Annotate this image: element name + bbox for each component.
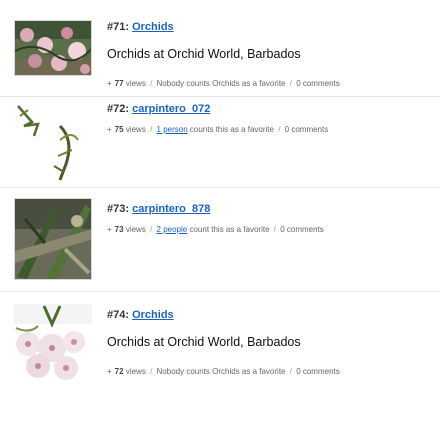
entry-title-link[interactable]: Orchids	[132, 21, 174, 33]
entry-heading: #72: carpintero_072	[107, 102, 440, 116]
bullet: +	[107, 367, 112, 376]
views-label: views	[125, 79, 146, 88]
entry-title-link[interactable]: Orchids	[132, 309, 174, 321]
thumbnail-carpintero-072[interactable]	[14, 100, 92, 182]
entry-number: #74:	[107, 309, 130, 321]
bullet: +	[107, 125, 112, 134]
entry-meta: +72 views / Nobody counts Orchids as a f…	[107, 367, 440, 377]
entry-description: Orchids at Orchid World, Barbados	[107, 47, 301, 61]
view-count: 73	[114, 225, 124, 234]
separator: /	[150, 225, 153, 234]
separator: /	[273, 225, 276, 234]
entry-title-link[interactable]: carpintero_072	[132, 103, 210, 115]
entry-number: #71:	[107, 21, 130, 33]
comment-count: 0 comments	[296, 367, 340, 376]
comment-count: 0 comments	[296, 79, 340, 88]
views-label: views	[125, 367, 146, 376]
comment-count: 0 comments	[280, 225, 324, 234]
views-label: views	[125, 125, 146, 134]
entry-description: Orchids at Orchid World, Barbados	[107, 335, 301, 349]
entry-meta: +77 views / Nobody counts Orchids as a f…	[107, 79, 440, 89]
entry-title-link[interactable]: carpintero_878	[132, 203, 210, 215]
favorite-people-link[interactable]: 1 person	[157, 125, 188, 134]
thumbnail-orchids-74[interactable]	[14, 304, 92, 386]
entry-heading: #71: Orchids	[107, 20, 440, 34]
separator: /	[289, 79, 292, 88]
favorite-text: Nobody counts Orchids as a favorite	[156, 367, 286, 376]
comment-count: 0 comments	[284, 125, 329, 134]
favorite-text: counts this as a favorite	[189, 125, 274, 134]
entry-number: #72:	[107, 103, 130, 115]
view-count: 77	[114, 79, 124, 88]
entry-meta: +75 views / 1 person counts this as a fa…	[107, 125, 440, 135]
views-label: views	[125, 225, 146, 234]
entry-heading: #74: Orchids	[107, 308, 440, 322]
view-count: 75	[114, 125, 124, 134]
bullet: +	[107, 225, 112, 234]
list-item: #73: carpintero_878 +73 views / 2 people…	[0, 192, 440, 287]
list-item: #72: carpintero_072 +75 views / 1 person…	[0, 100, 440, 190]
thumbnail-carpintero-878[interactable]	[14, 198, 92, 280]
thumbnail-orchids-71[interactable]	[14, 20, 92, 76]
divider	[0, 291, 440, 292]
divider	[0, 96, 440, 97]
separator: /	[150, 367, 153, 376]
list-item: #74: Orchids Orchids at Orchid World, Ba…	[0, 296, 440, 436]
separator: /	[278, 125, 281, 134]
favorite-text: count this as a favorite	[189, 225, 270, 234]
favorite-people-link[interactable]: 2 people	[157, 225, 188, 234]
favorite-text: Nobody counts Orchids as a favorite	[156, 79, 286, 88]
divider	[0, 187, 440, 188]
separator: /	[289, 367, 292, 376]
entry-number: #73:	[107, 203, 130, 215]
entry-meta: +73 views / 2 people count this as a fav…	[107, 225, 440, 235]
separator: /	[150, 79, 153, 88]
entry-heading: #73: carpintero_878	[107, 202, 440, 216]
bullet: +	[107, 79, 112, 88]
view-count: 72	[114, 367, 124, 376]
separator: /	[150, 125, 153, 134]
list-item: #71: Orchids Orchids at Orchid World, Ba…	[0, 0, 440, 100]
